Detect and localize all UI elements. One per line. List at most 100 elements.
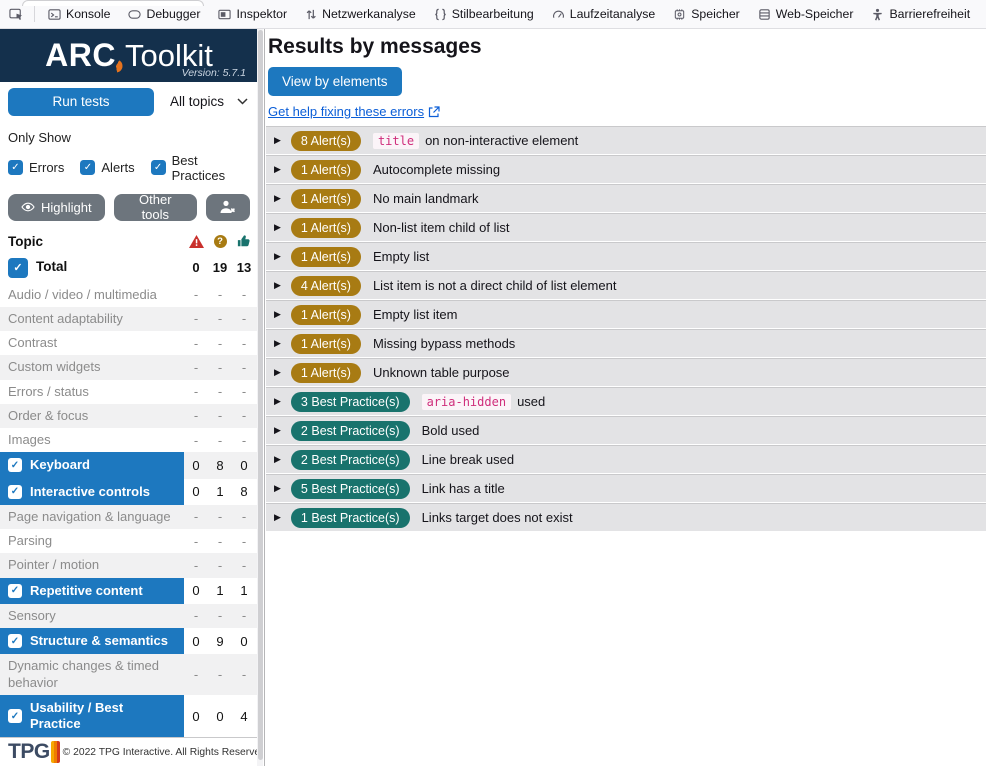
checkbox-checked-icon[interactable] (8, 160, 23, 175)
expand-arrow-icon[interactable]: ▶ (274, 425, 281, 436)
topic-checkbox-icon[interactable] (8, 485, 22, 499)
alerts-count: - (208, 558, 232, 573)
expand-arrow-icon[interactable]: ▶ (274, 222, 281, 233)
topic-row[interactable]: Structure & semantics 0 9 0 (0, 628, 258, 654)
devtools-tab-bar: Konsole Debugger Inspektor Netzwerkanaly… (0, 0, 986, 29)
errors-count: 0 (184, 583, 208, 598)
alerts-count: 0 (208, 709, 232, 724)
checkbox-checked-icon[interactable] (151, 160, 166, 175)
topic-checkbox-icon[interactable] (8, 458, 22, 472)
alerts-count: 8 (208, 458, 232, 473)
devtools-tab[interactable]: Debugger (119, 0, 209, 28)
expand-arrow-icon[interactable]: ▶ (274, 396, 281, 407)
topic-label: Usability / Best Practice (30, 700, 176, 733)
checkbox-checked-icon[interactable] (80, 160, 95, 175)
devtools-tab-label: Barrierefreiheit (889, 7, 970, 21)
count-badge: 2 Best Practice(s) (291, 450, 410, 470)
message-row[interactable]: ▶ 3 Best Practice(s) aria-hidden used (266, 387, 986, 416)
topic-label: Order & focus (8, 408, 88, 424)
network-icon (305, 8, 317, 21)
topic-row[interactable]: Total 0 19 13 (0, 253, 258, 283)
message-row[interactable]: ▶ 1 Alert(s) Empty list (266, 242, 986, 271)
results-panel: Results by messages View by elements Get… (266, 29, 986, 766)
devtools-tab[interactable]: Anwendung (979, 0, 986, 28)
message-row[interactable]: ▶ 1 Best Practice(s) Links target does n… (266, 503, 986, 532)
topic-label: Total (36, 259, 67, 276)
topic-row[interactable]: Repetitive content 0 1 1 (0, 578, 258, 604)
devtools-tab[interactable]: Speicher (664, 0, 749, 28)
filter-checkbox-item[interactable]: Alerts (80, 160, 134, 175)
topic-row[interactable]: Contrast - - - (0, 331, 258, 355)
expand-arrow-icon[interactable]: ▶ (274, 454, 281, 465)
topic-row[interactable]: Usability / Best Practice 0 0 4 (0, 695, 258, 738)
view-by-elements-button[interactable]: View by elements (268, 67, 402, 96)
devtools-tab[interactable]: Stilbearbeitung (425, 0, 543, 28)
topic-table-header: Topic (0, 229, 258, 253)
message-row[interactable]: ▶ 4 Alert(s) List item is not a direct c… (266, 271, 986, 300)
message-row[interactable]: ▶ 1 Alert(s) Autocomplete missing (266, 155, 986, 184)
highlight-button[interactable]: Highlight (8, 194, 105, 221)
expand-arrow-icon[interactable]: ▶ (274, 251, 281, 262)
devtools-tab-label: Netzwerkanalyse (322, 7, 416, 21)
topic-row[interactable]: Errors / status - - - (0, 380, 258, 404)
topic-row[interactable]: Dynamic changes & timed behavior - - - (0, 654, 258, 695)
count-badge: 3 Best Practice(s) (291, 392, 410, 412)
topic-row[interactable]: Custom widgets - - - (0, 355, 258, 379)
topics-dropdown[interactable]: All topics (158, 94, 256, 109)
devtools-tab[interactable]: Web-Speicher (749, 0, 863, 28)
filter-checkbox-item[interactable]: Errors (8, 160, 64, 175)
message-row[interactable]: ▶ 2 Best Practice(s) Bold used (266, 416, 986, 445)
expand-arrow-icon[interactable]: ▶ (274, 135, 281, 146)
storage-icon (758, 8, 771, 21)
devtools-tab[interactable]: Konsole (39, 0, 119, 28)
topic-row[interactable]: Keyboard 0 8 0 (0, 452, 258, 478)
topic-row[interactable]: Parsing - - - (0, 529, 258, 553)
expand-arrow-icon[interactable]: ▶ (274, 164, 281, 175)
devtools-tab[interactable]: Netzwerkanalyse (296, 0, 425, 28)
devtools-tab[interactable]: Inspektor (209, 0, 296, 28)
topic-label: Interactive controls (30, 484, 150, 500)
topic-checkbox-icon[interactable] (8, 634, 22, 648)
topic-row[interactable]: Order & focus - - - (0, 404, 258, 428)
expand-arrow-icon[interactable]: ▶ (274, 280, 281, 291)
topic-row[interactable]: Sensory - - - (0, 604, 258, 628)
topics-dropdown-value: All topics (170, 94, 224, 109)
message-row[interactable]: ▶ 1 Alert(s) No main landmark (266, 184, 986, 213)
expand-arrow-icon[interactable]: ▶ (274, 309, 281, 320)
devtools-tab[interactable]: Laufzeitanalyse (543, 0, 664, 28)
topic-row[interactable]: Page navigation & language - - - (0, 505, 258, 529)
expand-arrow-icon[interactable]: ▶ (274, 367, 281, 378)
topic-checkbox-icon[interactable] (8, 258, 28, 278)
message-row[interactable]: ▶ 5 Best Practice(s) Link has a title (266, 474, 986, 503)
expand-arrow-icon[interactable]: ▶ (274, 512, 281, 523)
expand-arrow-icon[interactable]: ▶ (274, 338, 281, 349)
error-triangle-icon (184, 234, 208, 248)
topic-row[interactable]: Content adaptability - - - (0, 307, 258, 331)
count-badge: 2 Best Practice(s) (291, 421, 410, 441)
user-settings-button[interactable] (206, 194, 250, 221)
topic-checkbox-icon[interactable] (8, 709, 22, 723)
filter-label: Best Practices (172, 153, 250, 183)
message-row[interactable]: ▶ 8 Alert(s) title on non-interactive el… (266, 126, 986, 155)
devtools-tab[interactable]: Barrierefreiheit (862, 0, 979, 28)
sidebar-scrollbar[interactable] (257, 29, 263, 766)
get-help-link[interactable]: Get help fixing these errors (268, 104, 440, 119)
message-row[interactable]: ▶ 1 Alert(s) Empty list item (266, 300, 986, 329)
filter-checkbox-item[interactable]: Best Practices (151, 153, 250, 183)
scrollbar-thumb[interactable] (258, 30, 263, 760)
other-tools-button[interactable]: Other tools (114, 194, 197, 221)
topic-row[interactable]: Interactive controls 0 1 8 (0, 479, 258, 505)
message-row[interactable]: ▶ 1 Alert(s) Missing bypass methods (266, 329, 986, 358)
topic-row[interactable]: Audio / video / multimedia - - - (0, 283, 258, 307)
run-tests-button[interactable]: Run tests (8, 88, 154, 116)
topic-checkbox-icon[interactable] (8, 584, 22, 598)
message-row[interactable]: ▶ 1 Alert(s) Unknown table purpose (266, 358, 986, 387)
message-row[interactable]: ▶ 1 Alert(s) Non-list item child of list (266, 213, 986, 242)
topic-row[interactable]: Pointer / motion - - - (0, 553, 258, 577)
message-row[interactable]: ▶ 2 Best Practice(s) Line break used (266, 445, 986, 474)
message-text: Unknown table purpose (373, 365, 510, 380)
topic-label: Parsing (8, 533, 52, 549)
expand-arrow-icon[interactable]: ▶ (274, 483, 281, 494)
topic-row[interactable]: Images - - - (0, 428, 258, 452)
expand-arrow-icon[interactable]: ▶ (274, 193, 281, 204)
